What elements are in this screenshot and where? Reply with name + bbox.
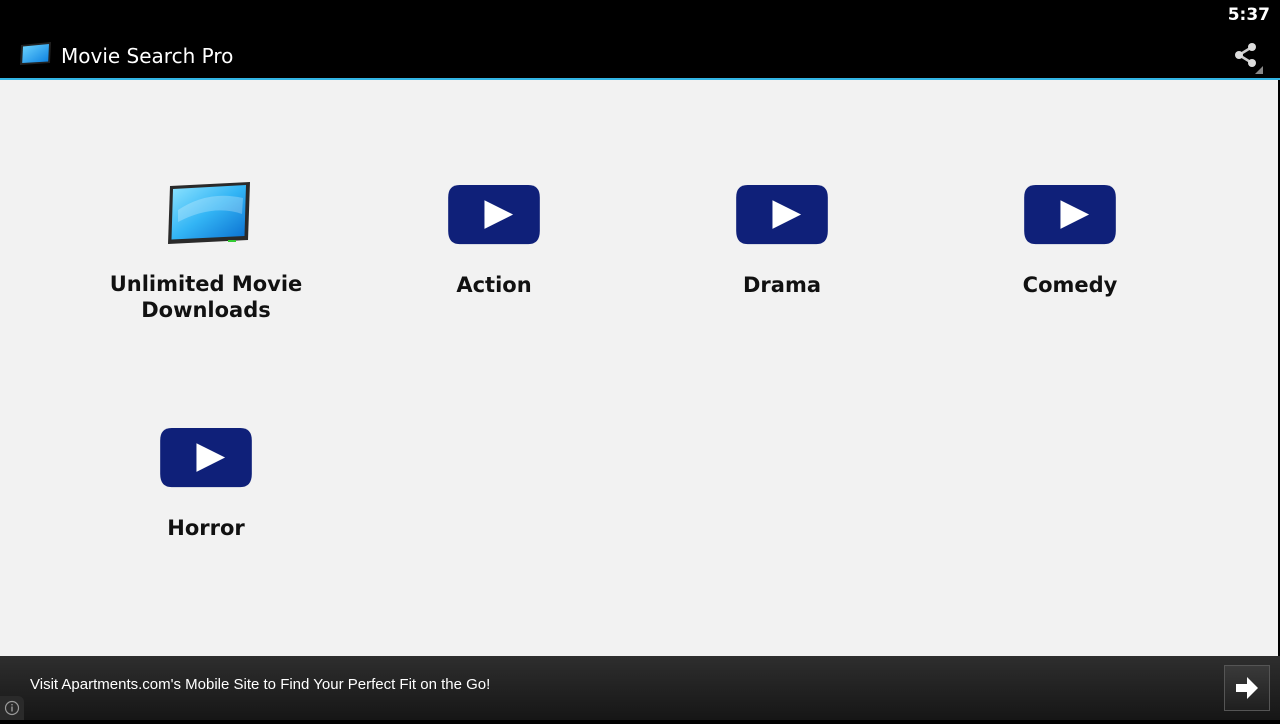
grid-item-label: Unlimited Movie Downloads: [86, 271, 326, 323]
content-area: Unlimited Movie Downloads Action Drama C…: [0, 80, 1278, 656]
app-title: Movie Search Pro: [61, 44, 234, 68]
arrow-right-icon: [1236, 677, 1258, 699]
play-button-icon: [736, 184, 828, 245]
share-icon: [1235, 43, 1263, 74]
grid-item-label: Drama: [742, 273, 821, 297]
tablet-screen-icon: [168, 182, 250, 244]
action-bar: Movie Search Pro: [0, 32, 1280, 80]
grid-item-label: Comedy: [1022, 273, 1118, 297]
grid-item-comedy[interactable]: Comedy: [950, 184, 1190, 298]
grid-item-label-line2: Downloads: [141, 298, 271, 322]
grid-item-horror[interactable]: Horror: [86, 427, 326, 541]
play-button-icon: [1024, 184, 1116, 245]
grid-item-unlimited-movie-downloads[interactable]: Unlimited Movie Downloads: [86, 180, 326, 323]
ad-arrow-button[interactable]: [1224, 665, 1270, 711]
info-circle-icon: [4, 700, 20, 716]
grid-item-drama[interactable]: Drama: [662, 184, 902, 298]
info-icon[interactable]: [0, 696, 24, 720]
ad-text[interactable]: Visit Apartments.com's Mobile Site to Fi…: [30, 676, 490, 693]
share-button[interactable]: [1228, 40, 1264, 76]
grid-item-label: Horror: [167, 516, 245, 540]
grid-item-action[interactable]: Action: [374, 184, 614, 298]
grid-item-label-line1: Unlimited Movie: [109, 272, 303, 296]
ad-banner[interactable]: Visit Apartments.com's Mobile Site to Fi…: [0, 656, 1280, 720]
tablet-screen-icon: [20, 42, 51, 65]
grid-item-label: Action: [456, 273, 532, 297]
play-button-icon: [448, 184, 540, 245]
play-button-icon: [160, 427, 252, 488]
status-bar: 5:37: [0, 0, 1280, 32]
status-time: 5:37: [1227, 5, 1270, 25]
